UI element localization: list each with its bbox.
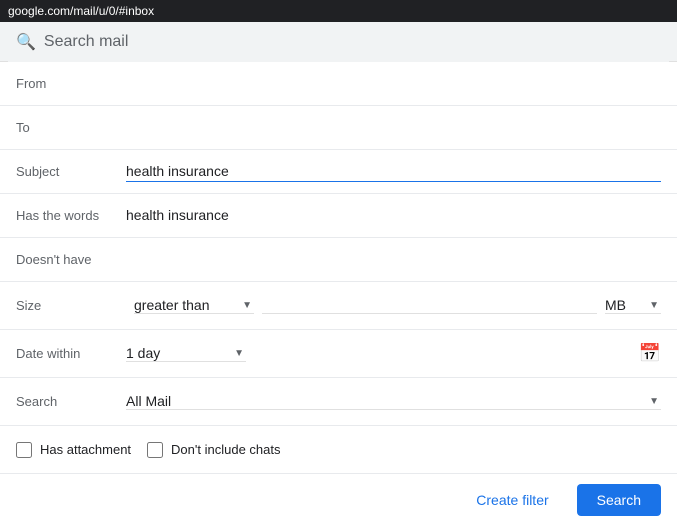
dont-include-chats-checkbox[interactable]	[147, 442, 163, 458]
search-in-select-wrapper: All Mail Inbox Sent Mail Drafts Spam Tra…	[126, 393, 661, 410]
to-input[interactable]	[126, 117, 661, 138]
search-in-label: Search	[16, 394, 126, 409]
has-attachment-label: Has attachment	[40, 442, 131, 457]
title-bar: google.com/mail/u/0/#inbox	[0, 0, 677, 22]
checkboxes-row: Has attachment Don't include chats	[0, 426, 677, 474]
size-unit-select[interactable]: MB KB Bytes	[605, 297, 661, 314]
search-in-select[interactable]: All Mail Inbox Sent Mail Drafts Spam Tra…	[126, 393, 661, 410]
doesnt-have-row: Doesn't have	[0, 238, 677, 282]
search-mail-placeholder: Search mail	[44, 33, 128, 51]
footer-row: Create filter Search	[0, 474, 677, 526]
date-within-row: Date within 1 day 3 days 1 week 2 weeks …	[0, 330, 677, 378]
from-input[interactable]	[126, 73, 661, 94]
search-button[interactable]: Search	[577, 484, 661, 516]
url-text: google.com/mail/u/0/#inbox	[8, 4, 154, 18]
from-label: From	[16, 76, 126, 91]
size-row: Size greater than less than ▼ MB KB Byte…	[0, 282, 677, 330]
dont-include-chats-label: Don't include chats	[171, 442, 280, 457]
from-row: From	[0, 62, 677, 106]
search-in-row: Search All Mail Inbox Sent Mail Drafts S…	[0, 378, 677, 426]
size-comparator-wrapper: greater than less than ▼	[134, 297, 254, 314]
has-words-row: Has the words	[0, 194, 677, 238]
has-words-input[interactable]	[126, 205, 661, 226]
calendar-icon[interactable]: 📅	[639, 343, 661, 364]
has-attachment-checkbox[interactable]	[16, 442, 32, 458]
doesnt-have-input[interactable]	[126, 249, 661, 270]
search-bar-container: 🔍 Search mail	[8, 22, 669, 62]
top-nav: 🔍 Search mail	[0, 22, 677, 62]
subject-row: Subject	[0, 150, 677, 194]
subject-input[interactable]	[126, 161, 661, 182]
has-words-label: Has the words	[16, 208, 126, 223]
size-label: Size	[16, 298, 126, 313]
size-unit-wrapper: MB KB Bytes ▼	[605, 297, 661, 314]
size-number-input[interactable]	[262, 297, 597, 314]
dont-include-chats-item: Don't include chats	[147, 442, 280, 458]
size-comparator-select[interactable]: greater than less than	[134, 297, 254, 314]
date-within-select-wrapper: 1 day 3 days 1 week 2 weeks 1 month 2 mo…	[126, 345, 246, 362]
doesnt-have-label: Doesn't have	[16, 252, 126, 267]
date-within-select[interactable]: 1 day 3 days 1 week 2 weeks 1 month 2 mo…	[126, 345, 246, 362]
date-within-label: Date within	[16, 346, 126, 361]
search-icon: 🔍	[16, 32, 36, 52]
create-filter-button[interactable]: Create filter	[460, 484, 564, 516]
to-label: To	[16, 120, 126, 135]
subject-label: Subject	[16, 164, 126, 179]
to-row: To	[0, 106, 677, 150]
has-attachment-item: Has attachment	[16, 442, 131, 458]
advanced-search-form: From To Subject Has the words Doesn't ha…	[0, 62, 677, 526]
